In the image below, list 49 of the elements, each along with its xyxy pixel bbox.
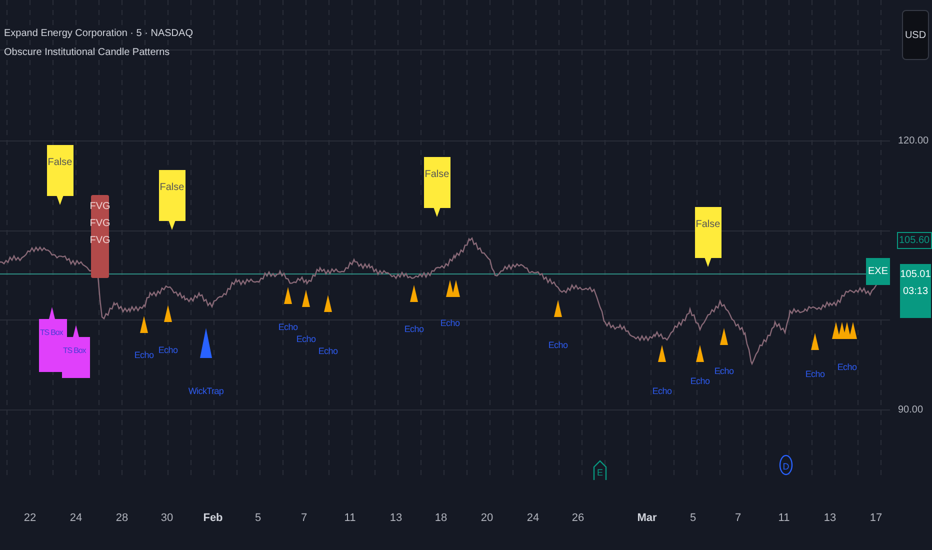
event-marker[interactable]: D [779, 454, 793, 478]
date-label: Mar [637, 512, 657, 524]
pattern-label: Echo [805, 369, 825, 380]
signal-callout: False [424, 157, 450, 217]
pattern-label: Echo [296, 334, 316, 345]
date-label: 5 [690, 512, 696, 524]
indicator-name: Obscure Institutional Candle Patterns [4, 47, 171, 58]
signal-callout: False [46, 145, 74, 205]
pattern-label: Echo [158, 345, 178, 356]
date-label: 17 [870, 512, 882, 524]
pattern-label: Echo [714, 366, 734, 377]
date-label: 7 [300, 512, 308, 524]
pattern-label: Echo [404, 324, 424, 335]
event-marker[interactable]: E [593, 460, 607, 480]
date-label: 20 [480, 512, 494, 524]
pattern-label: Echo [318, 346, 338, 357]
price-tick: 120.00 [898, 136, 929, 146]
date-label: 11 [778, 512, 790, 524]
date-label: 24 [526, 512, 540, 524]
bar-countdown: 03:13 [902, 286, 928, 297]
date-label: 13 [824, 512, 836, 524]
pattern-label: Echo [134, 350, 154, 361]
date-label: 7 [734, 512, 742, 524]
signal-callout: False [694, 207, 722, 267]
symbol-tag: EXE [866, 258, 890, 285]
date-label: 24 [70, 512, 82, 524]
pattern-label: Echo [548, 340, 568, 351]
currency-button[interactable]: USD [902, 10, 929, 60]
pattern-label: Echo [278, 322, 298, 333]
symbol-title: Expand Energy Corporation · 5 · NASDAQ [4, 28, 193, 39]
high-price-label: 105.60 [897, 232, 932, 249]
date-label: 18 [434, 512, 448, 524]
date-label: 11 [344, 512, 356, 524]
price-tick: 90.00 [898, 404, 924, 416]
date-label: 30 [160, 512, 174, 524]
date-label: 28 [116, 512, 128, 524]
pattern-label: Echo [652, 386, 672, 397]
date-label: 26 [572, 512, 584, 524]
date-label: 22 [24, 512, 36, 524]
pattern-label: TS Box [62, 325, 90, 378]
date-label: 5 [254, 512, 262, 524]
date-label: Feb [203, 512, 223, 524]
pattern-label: Echo [440, 318, 460, 329]
pattern-label: Echo [837, 362, 857, 373]
pattern-label: Echo [690, 376, 710, 387]
last-price: 105.01 [900, 269, 931, 280]
pattern-label: WickTrap [188, 386, 224, 397]
date-label: 13 [390, 512, 402, 524]
signal-callout: False [158, 170, 186, 230]
